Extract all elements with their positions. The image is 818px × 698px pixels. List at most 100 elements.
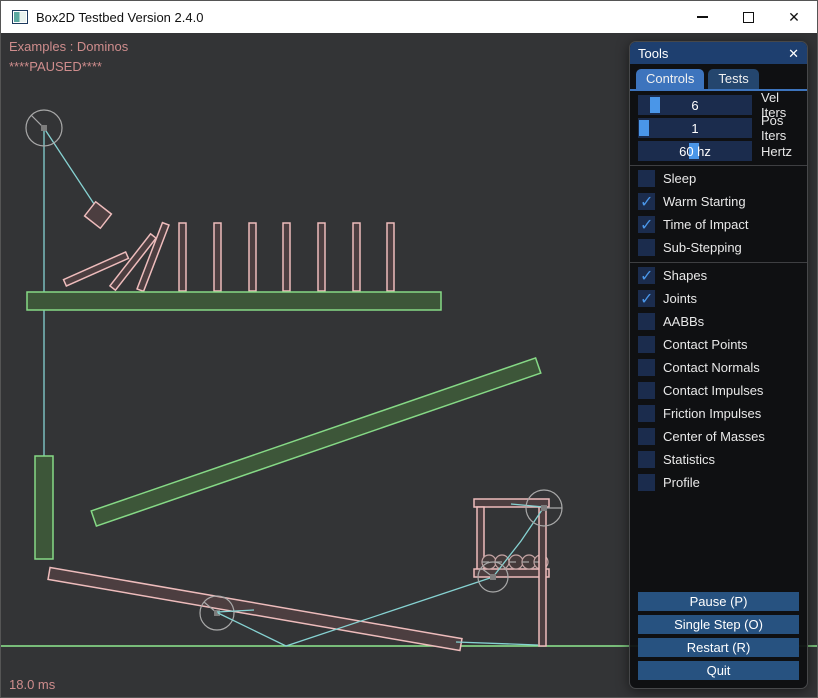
frame-time-label: 18.0 ms — [9, 677, 55, 692]
checkbox-row-sleep[interactable]: Sleep — [638, 170, 799, 187]
checkbox-label: AABBs — [663, 314, 704, 329]
checkbox-label: Time of Impact — [663, 217, 748, 232]
joint-anchor-square — [41, 125, 47, 131]
checkbox-warm-starting[interactable] — [638, 193, 655, 210]
standing-domino[interactable] — [387, 223, 394, 291]
platform-shelf — [27, 292, 441, 310]
slider-track[interactable]: 1 — [638, 118, 752, 138]
checkbox-contact-normals[interactable] — [638, 359, 655, 376]
slider-row-vel-iters: 6 Vel Iters — [638, 95, 799, 115]
checkbox-row-contact-normals[interactable]: Contact Normals — [638, 359, 799, 376]
checkbox-row-aabbs[interactable]: AABBs — [638, 313, 799, 330]
standing-domino[interactable] — [214, 223, 221, 291]
checkbox-label: Joints — [663, 291, 697, 306]
tab-tests[interactable]: Tests — [708, 69, 758, 89]
checkbox-label: Sub-Stepping — [663, 240, 742, 255]
checkbox-joints[interactable] — [638, 290, 655, 307]
checkbox-label: Contact Impulses — [663, 383, 763, 398]
checkbox-contact-impulses[interactable] — [638, 382, 655, 399]
slider-value: 1 — [638, 118, 752, 138]
panel-checkbox-groups: Sleep Warm Starting Time of Impact Sub-S… — [638, 170, 799, 491]
panel-buttons: Pause (P) Single Step (O) Restart (R) Quit — [630, 589, 807, 688]
minimize-button[interactable] — [679, 1, 725, 33]
checkbox-label: Sleep — [663, 171, 696, 186]
checkbox-friction-impulses[interactable] — [638, 405, 655, 422]
checkbox-contact-points[interactable] — [638, 336, 655, 353]
app-window: Box2D Testbed Version 2.4.0 ✕ — [0, 0, 818, 698]
panel-close-icon[interactable]: ✕ — [788, 47, 799, 60]
tools-panel-title: Tools — [638, 46, 668, 61]
window-controls: ✕ — [679, 1, 817, 33]
checkbox-label: Contact Normals — [663, 360, 760, 375]
checkbox-row-contact-impulses[interactable]: Contact Impulses — [638, 382, 799, 399]
minimize-icon — [697, 16, 708, 18]
checkbox-label: Warm Starting — [663, 194, 746, 209]
joint-anchor-square — [541, 505, 547, 511]
paused-label: ****PAUSED**** — [9, 59, 102, 74]
checkbox-statistics[interactable] — [638, 451, 655, 468]
checkbox-label: Statistics — [663, 452, 715, 467]
checkbox-row-statistics[interactable]: Statistics — [638, 451, 799, 468]
slider-value: 6 — [638, 95, 752, 115]
checkbox-label: Center of Masses — [663, 429, 765, 444]
checkbox-row-sub-stepping[interactable]: Sub-Stepping — [638, 239, 799, 256]
checkbox-label: Friction Impulses — [663, 406, 761, 421]
checkbox-label: Shapes — [663, 268, 707, 283]
checkbox-sleep[interactable] — [638, 170, 655, 187]
separator — [630, 262, 807, 263]
checkbox-sub-stepping[interactable] — [638, 239, 655, 256]
checkbox-row-friction-impulses[interactable]: Friction Impulses — [638, 405, 799, 422]
quit-button[interactable]: Quit — [638, 661, 799, 680]
close-icon: ✕ — [788, 9, 800, 26]
maximize-button[interactable] — [725, 1, 771, 33]
standing-domino[interactable] — [249, 223, 256, 291]
tools-panel: Tools ✕ ControlsTests 6 Vel Iters 1 Pos … — [629, 41, 808, 689]
slider-value: 60 hz — [638, 141, 752, 161]
slider-label: Hertz — [761, 144, 792, 159]
slider-row-hertz: 60 hz Hertz — [638, 141, 799, 161]
checkbox-row-joints[interactable]: Joints — [638, 290, 799, 307]
tools-panel-header[interactable]: Tools ✕ — [630, 42, 807, 64]
checkbox-aabbs[interactable] — [638, 313, 655, 330]
panel-content: 6 Vel Iters 1 Pos Iters 60 hz Hertz Slee… — [630, 91, 807, 589]
single-step-o-button[interactable]: Single Step (O) — [638, 615, 799, 634]
stand-right-post[interactable] — [539, 507, 546, 646]
slider-track[interactable]: 6 — [638, 95, 752, 115]
window-title: Box2D Testbed Version 2.4.0 — [36, 10, 203, 25]
close-button[interactable]: ✕ — [771, 1, 817, 33]
simulation-viewport[interactable]: Examples : Dominos ****PAUSED**** 18.0 m… — [1, 33, 817, 697]
checkbox-profile[interactable] — [638, 474, 655, 491]
checkbox-shapes[interactable] — [638, 267, 655, 284]
standing-domino[interactable] — [283, 223, 290, 291]
panel-tabs: ControlsTests — [630, 64, 807, 91]
restart-r-button[interactable]: Restart (R) — [638, 638, 799, 657]
checkbox-row-warm-starting[interactable]: Warm Starting — [638, 193, 799, 210]
seesaw-plank[interactable] — [48, 568, 462, 651]
separator — [630, 165, 807, 166]
example-label: Examples : Dominos — [9, 39, 128, 54]
joint-line-diagonal — [44, 128, 100, 213]
checkbox-center-of-masses[interactable] — [638, 428, 655, 445]
checkbox-label: Profile — [663, 475, 700, 490]
checkbox-row-contact-points[interactable]: Contact Points — [638, 336, 799, 353]
checkbox-row-time-of-impact[interactable]: Time of Impact — [638, 216, 799, 233]
checkbox-label: Contact Points — [663, 337, 748, 352]
slider-label: Pos Iters — [761, 113, 799, 143]
checkbox-time-of-impact[interactable] — [638, 216, 655, 233]
slider-row-pos-iters: 1 Pos Iters — [638, 118, 799, 138]
checkbox-row-shapes[interactable]: Shapes — [638, 267, 799, 284]
slider-track[interactable]: 60 hz — [638, 141, 752, 161]
stand-shelf[interactable] — [474, 569, 549, 577]
hanging-box[interactable] — [85, 202, 112, 228]
maximize-icon — [743, 12, 754, 23]
standing-domino[interactable] — [179, 223, 186, 291]
standing-domino[interactable] — [353, 223, 360, 291]
checkbox-row-center-of-masses[interactable]: Center of Masses — [638, 428, 799, 445]
joint-line-ground — [456, 642, 538, 645]
title-bar[interactable]: Box2D Testbed Version 2.4.0 ✕ — [1, 1, 817, 33]
checkbox-row-profile[interactable]: Profile — [638, 474, 799, 491]
tab-controls[interactable]: Controls — [636, 69, 704, 89]
panel-sliders: 6 Vel Iters 1 Pos Iters 60 hz Hertz — [638, 95, 799, 161]
standing-domino[interactable] — [318, 223, 325, 291]
pause-p-button[interactable]: Pause (P) — [638, 592, 799, 611]
